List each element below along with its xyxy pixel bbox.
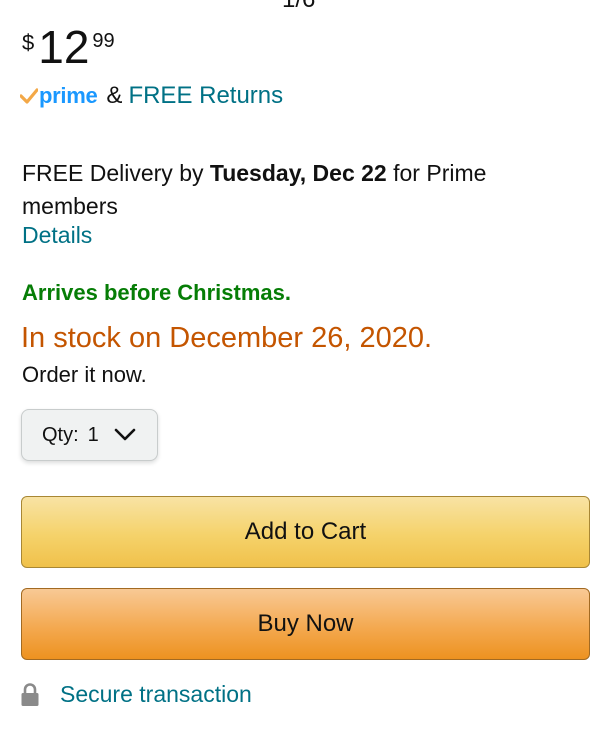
buy-now-button[interactable]: Buy Now [21, 588, 590, 660]
price: $ 12 99 [22, 22, 115, 72]
price-whole: 12 [38, 21, 90, 73]
secure-transaction-link[interactable]: Secure transaction [60, 681, 252, 708]
secure-transaction[interactable]: Secure transaction [21, 681, 252, 708]
ampersand: & [106, 82, 123, 109]
chevron-down-icon [114, 428, 136, 441]
prime-logo-text: prime [39, 83, 98, 108]
free-returns-link[interactable]: FREE Returns [128, 82, 283, 110]
quantity-value: 1 [87, 423, 99, 446]
prime-returns-row: prime & FREE Returns [20, 82, 283, 110]
quantity-dropdown[interactable]: Qty: 1 [21, 409, 158, 461]
prime-check-icon [20, 88, 38, 104]
arrives-message: Arrives before Christmas. [22, 280, 291, 305]
add-to-cart-label: Add to Cart [244, 518, 367, 545]
delivery-date: Tuesday, Dec 22 [209, 160, 387, 186]
price-currency-symbol: $ [22, 30, 35, 55]
quantity-label: Qty: [42, 423, 79, 446]
delivery-message: FREE Delivery by Tuesday, Dec 22 for Pri… [22, 157, 582, 223]
buy-now-label: Buy Now [257, 610, 354, 637]
prime-logo: prime [20, 83, 98, 109]
order-prompt: Order it now. [22, 362, 147, 387]
price-fraction: 99 [92, 30, 115, 52]
details-link[interactable]: Details [22, 222, 92, 249]
delivery-prefix: FREE Delivery by [22, 160, 210, 186]
image-counter-partial: 1/6 [282, 0, 315, 14]
stock-status: In stock on December 26, 2020. [21, 322, 433, 354]
lock-icon [21, 682, 39, 706]
add-to-cart-button[interactable]: Add to Cart [21, 496, 590, 568]
